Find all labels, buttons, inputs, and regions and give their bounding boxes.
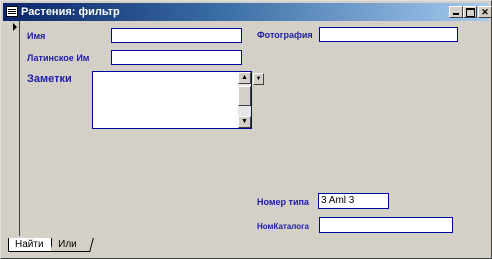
- latin-name-field[interactable]: [111, 50, 242, 65]
- notes-scrollbar[interactable]: ▲ ▼: [238, 72, 251, 128]
- photo-label: Фотография: [257, 30, 313, 40]
- notes-field[interactable]: ▲ ▼: [92, 71, 252, 129]
- latin-name-label: Латинское Им: [27, 53, 90, 63]
- type-number-field[interactable]: 3 Aml 3: [318, 193, 389, 209]
- filter-window: Растения: фильтр ✕ Имя Латинское Им Заме…: [0, 0, 492, 259]
- minimize-button[interactable]: [449, 6, 463, 18]
- maximize-button[interactable]: [463, 6, 477, 18]
- scroll-down-icon[interactable]: ▼: [238, 116, 251, 128]
- name-field[interactable]: [111, 28, 242, 43]
- title-bar[interactable]: Растения: фильтр ✕: [3, 3, 492, 21]
- catalog-number-label: НомКаталога: [257, 222, 309, 231]
- right-triangle-icon: [13, 23, 17, 31]
- form-detail: Имя Латинское Им Заметки ▲ ▼ ▼ Фотографи…: [20, 21, 489, 236]
- form-icon: [6, 6, 18, 17]
- tab-find-label: Найти: [15, 239, 44, 250]
- name-label: Имя: [27, 31, 46, 41]
- window-title: Растения: фильтр: [21, 6, 120, 18]
- photo-field[interactable]: [319, 27, 458, 42]
- notes-dropdown-button[interactable]: ▼: [253, 73, 264, 85]
- record-selector[interactable]: [4, 21, 20, 236]
- tab-find[interactable]: Найти: [8, 238, 52, 252]
- scroll-up-icon[interactable]: ▲: [238, 72, 251, 84]
- type-number-label: Номер типа: [257, 197, 309, 207]
- filter-tabs: Найти Или: [4, 237, 490, 257]
- tab-or[interactable]: Или: [50, 238, 94, 252]
- tab-or-label: Или: [58, 239, 77, 250]
- close-button[interactable]: ✕: [478, 6, 492, 18]
- catalog-number-field[interactable]: [319, 217, 453, 233]
- scroll-thumb[interactable]: [238, 86, 251, 106]
- notes-label: Заметки: [27, 73, 72, 85]
